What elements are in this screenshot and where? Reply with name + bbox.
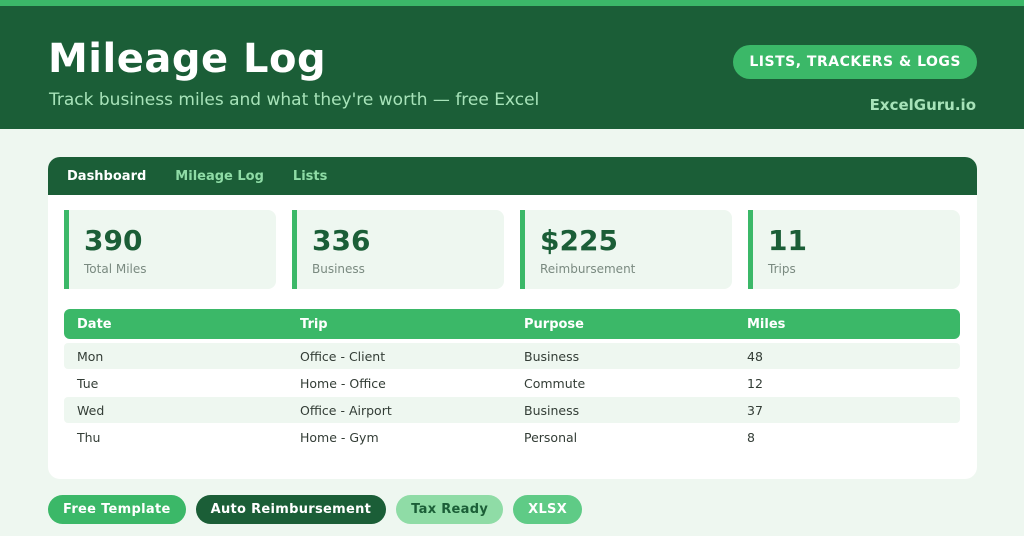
cell-trip: Office - Client	[300, 348, 386, 364]
tag-auto-reimbursement[interactable]: Auto Reimbursement	[195, 495, 387, 524]
table-row: Thu Home - Gym Personal 8	[64, 424, 960, 450]
kpi-label: Trips	[768, 262, 796, 276]
table-row: Wed Office - Airport Business 37	[64, 397, 960, 423]
cell-purpose: Business	[524, 348, 580, 364]
page-header: Mileage Log Track business miles and wha…	[0, 6, 1024, 129]
table-row: Tue Home - Office Commute 12	[64, 370, 960, 396]
kpi-label: Total Miles	[84, 262, 147, 276]
category-badge[interactable]: LISTS, TRACKERS & LOGS	[733, 45, 977, 79]
cell-miles: 12	[747, 375, 763, 391]
column-header-trip: Trip	[300, 316, 328, 332]
cell-date: Tue	[77, 375, 99, 391]
column-header-purpose: Purpose	[524, 316, 584, 332]
table-row: Mon Office - Client Business 48	[64, 343, 960, 369]
brand-name[interactable]: ExcelGuru.io	[870, 96, 976, 114]
kpi-card-reimbursement: $225 Reimbursement	[520, 210, 732, 289]
tab-lists[interactable]: Lists	[293, 169, 327, 184]
table-header: Date Trip Purpose Miles	[64, 309, 960, 339]
sheet-tabs: Dashboard Mileage Log Lists	[48, 157, 977, 195]
column-header-date: Date	[77, 316, 112, 332]
tab-dashboard[interactable]: Dashboard	[67, 169, 146, 184]
kpi-card-total-miles: 390 Total Miles	[64, 210, 276, 289]
cell-trip: Home - Gym	[300, 429, 379, 445]
cell-date: Thu	[77, 429, 101, 445]
cell-trip: Office - Airport	[300, 402, 392, 418]
page-title: Mileage Log	[48, 36, 327, 82]
tag-tax-ready[interactable]: Tax Ready	[396, 495, 504, 524]
kpi-card-trips: 11 Trips	[748, 210, 960, 289]
tab-mileage-log[interactable]: Mileage Log	[175, 169, 264, 184]
kpi-label: Reimbursement	[540, 262, 636, 276]
kpi-card-business: 336 Business	[292, 210, 504, 289]
kpi-row: 390 Total Miles 336 Business $225 Reimbu…	[64, 210, 960, 289]
page-subtitle: Track business miles and what they're wo…	[49, 90, 540, 110]
kpi-value: 390	[84, 224, 143, 257]
cell-purpose: Commute	[524, 375, 586, 391]
cell-date: Mon	[77, 348, 104, 364]
cell-date: Wed	[77, 402, 105, 418]
cell-purpose: Business	[524, 402, 580, 418]
cell-miles: 37	[747, 402, 763, 418]
feature-tags: Free Template Auto Reimbursement Tax Rea…	[48, 495, 592, 524]
cell-miles: 48	[747, 348, 763, 364]
kpi-value: 11	[768, 224, 807, 257]
cell-purpose: Personal	[524, 429, 578, 445]
tag-xlsx[interactable]: XLSX	[513, 495, 583, 524]
kpi-label: Business	[312, 262, 365, 276]
tag-free-template[interactable]: Free Template	[48, 495, 186, 524]
kpi-value: 336	[312, 224, 371, 257]
cell-trip: Home - Office	[300, 375, 386, 391]
column-header-miles: Miles	[747, 316, 786, 332]
kpi-value: $225	[540, 224, 618, 257]
cell-miles: 8	[747, 429, 755, 445]
dashboard-card: Dashboard Mileage Log Lists 390 Total Mi…	[48, 157, 977, 479]
